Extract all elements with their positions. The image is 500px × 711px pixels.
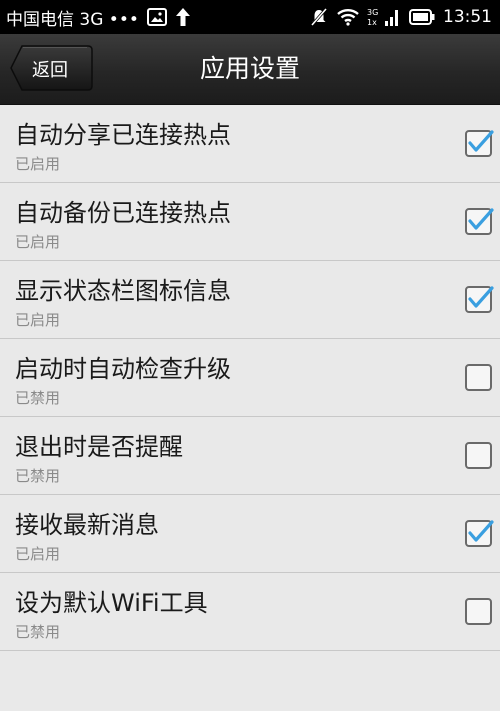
setting-title: 自动分享已连接热点: [15, 121, 231, 149]
back-button[interactable]: 返回: [10, 44, 94, 92]
setting-title: 启动时自动检查升级: [15, 355, 231, 383]
setting-title: 退出时是否提醒: [15, 433, 183, 461]
checkbox[interactable]: [464, 596, 494, 626]
checkbox[interactable]: [464, 206, 494, 236]
setting-status: 已启用: [15, 311, 61, 329]
image-notification-icon: [146, 8, 167, 26]
setting-row[interactable]: 设为默认WiFi工具 已禁用: [0, 573, 500, 651]
network-type-1x: 1x: [367, 18, 377, 27]
setting-title: 设为默认WiFi工具: [15, 589, 208, 617]
setting-title: 自动备份已连接热点: [15, 199, 231, 227]
setting-status: 已禁用: [15, 389, 61, 407]
checkbox[interactable]: [464, 440, 494, 470]
clock: 13:51: [443, 7, 492, 27]
wifi-icon: [337, 8, 359, 26]
setting-status: 已启用: [15, 545, 61, 563]
mute-icon: [309, 7, 329, 27]
carrier-label: 中国电信 3G •••: [6, 9, 139, 30]
setting-row[interactable]: 自动分享已连接热点 已启用: [0, 105, 500, 183]
status-bar-right: 3G 1x 13:51: [309, 7, 492, 27]
status-bar: 中国电信 3G ••• 3G 1x 13:51: [0, 0, 500, 34]
checkbox[interactable]: [464, 518, 494, 548]
title-bar: 返回 应用设置: [0, 34, 500, 105]
setting-row[interactable]: 显示状态栏图标信息 已启用: [0, 261, 500, 339]
setting-status: 已禁用: [15, 623, 61, 641]
network-type-3g: 3G: [367, 8, 378, 17]
settings-list: 自动分享已连接热点 已启用 自动备份已连接热点 已启用 显示状态栏图标信息 已启…: [0, 105, 500, 651]
status-bar-left: 中国电信 3G •••: [6, 5, 191, 30]
signal-icon: 3G 1x: [367, 7, 401, 27]
checkbox[interactable]: [464, 362, 494, 392]
setting-title: 接收最新消息: [15, 511, 159, 539]
setting-row[interactable]: 退出时是否提醒 已禁用: [0, 417, 500, 495]
upload-arrow-icon: [175, 7, 191, 27]
setting-row[interactable]: 自动备份已连接热点 已启用: [0, 183, 500, 261]
setting-title: 显示状态栏图标信息: [15, 277, 231, 305]
battery-icon: [409, 9, 435, 25]
setting-status: 已禁用: [15, 467, 61, 485]
setting-status: 已启用: [15, 155, 61, 173]
setting-status: 已启用: [15, 233, 61, 251]
checkbox[interactable]: [464, 284, 494, 314]
checkbox[interactable]: [464, 128, 494, 158]
back-button-label: 返回: [32, 60, 68, 81]
setting-row[interactable]: 启动时自动检查升级 已禁用: [0, 339, 500, 417]
setting-row[interactable]: 接收最新消息 已启用: [0, 495, 500, 573]
